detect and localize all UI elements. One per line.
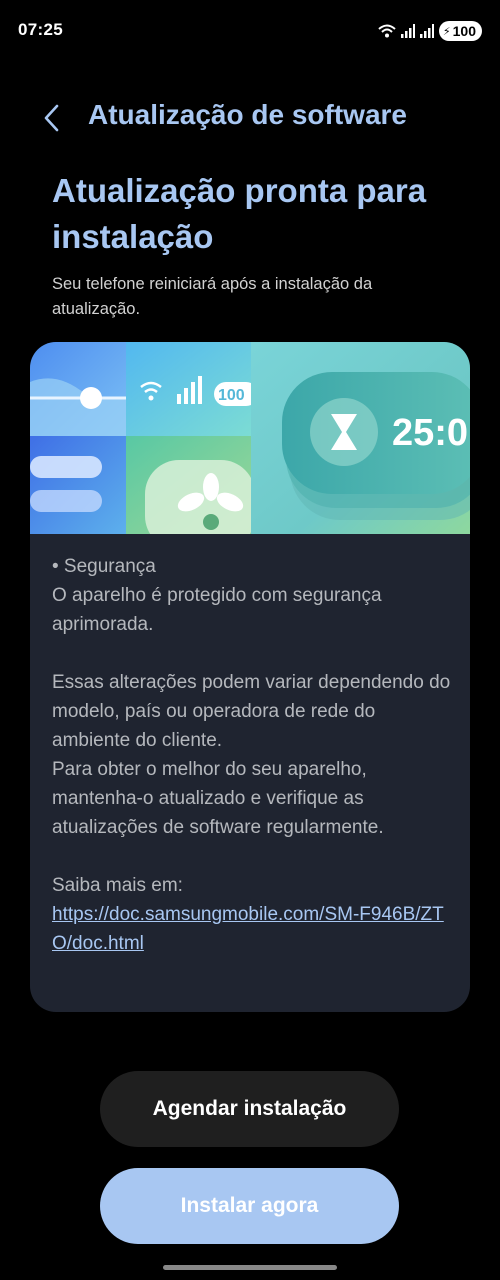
charging-icon: ⚡: [442, 25, 451, 38]
software-update-screen: 07:25 ⚡ 100 Atualização de software Atua…: [0, 0, 500, 1280]
battery-indicator: ⚡ 100: [438, 21, 482, 41]
restart-notice: Seu telefone reiniciará após a instalaçã…: [52, 275, 373, 318]
notes-advice-text: Para obter o melhor do seu aparelho, man…: [52, 759, 384, 838]
schedule-install-button[interactable]: Agendar instalação: [100, 1071, 399, 1147]
home-indicator[interactable]: [163, 1265, 337, 1270]
release-notes: • Segurança O aparelho é protegido com s…: [52, 552, 452, 958]
notes-variation-text: Essas alterações podem variar dependendo…: [52, 672, 451, 751]
banner-timer-text: 25:0: [392, 412, 468, 454]
update-ready-title: Atualização pronta para instalação: [52, 172, 427, 255]
status-time: 07:25: [18, 20, 63, 39]
chevron-left-icon: [44, 104, 59, 132]
wifi-icon: [378, 24, 396, 38]
banner-battery-text: 100: [218, 387, 245, 404]
learn-more-link[interactable]: https://doc.samsungmobile.com/SM-F946B/Z…: [52, 904, 444, 954]
release-notes-card: 100 25:0 • Segurança O aparelho é proteg…: [30, 342, 470, 1012]
back-button[interactable]: [30, 96, 74, 140]
signal-icon-2: [419, 24, 434, 38]
notes-learn-more-label: Saiba mais em:: [52, 875, 183, 896]
notes-bullet-security: • Segurança: [52, 556, 156, 577]
update-banner-illustration: 100 25:0: [30, 342, 470, 534]
install-now-button[interactable]: Instalar agora: [100, 1168, 399, 1244]
signal-icon: [400, 24, 415, 38]
notes-security-text: O aparelho é protegido com segurança apr…: [52, 585, 382, 635]
battery-level: 100: [452, 23, 476, 39]
status-icons: ⚡ 100: [378, 20, 482, 42]
page-title: Atualização de software: [88, 99, 407, 130]
status-bar: 07:25 ⚡ 100: [0, 0, 500, 62]
